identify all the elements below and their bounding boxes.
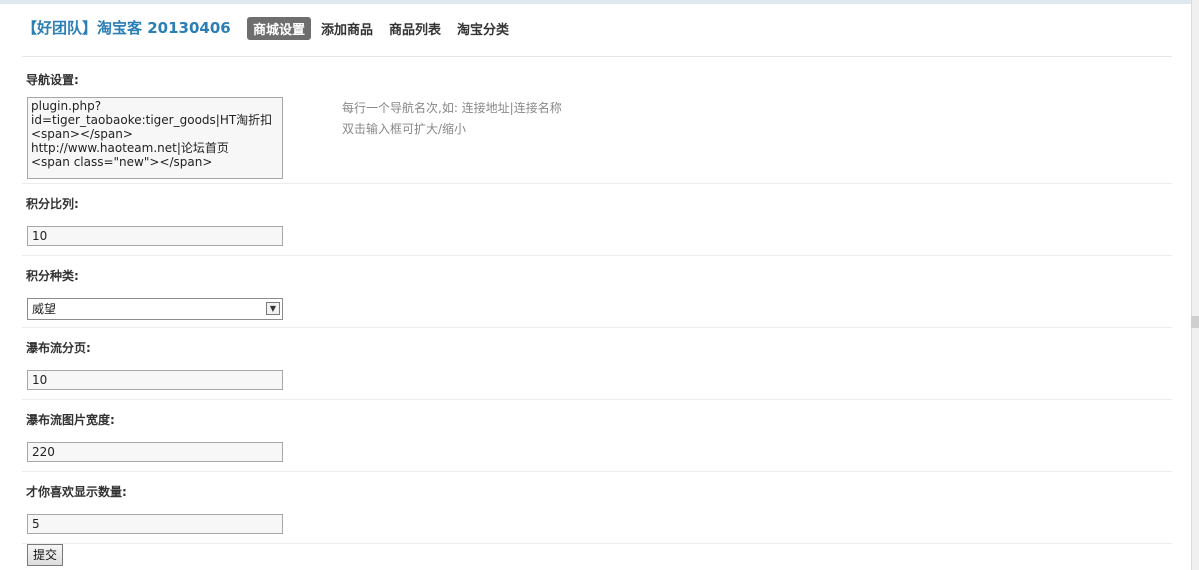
waterfall-width-row: 瀑布流图片宽度: 220	[22, 400, 1172, 472]
waterfall-width-label: 瀑布流图片宽度:	[26, 413, 115, 427]
app-title: 【好团队】淘宝客 20130406	[22, 19, 231, 37]
points-ratio-label: 积分比列:	[26, 197, 79, 211]
nav-settings-line: id=tiger_taobaoke:tiger_goods|HT淘折扣<span…	[31, 113, 273, 141]
points-ratio-input[interactable]: 10	[27, 226, 283, 246]
waterfall-page-label: 瀑布流分页:	[26, 341, 91, 355]
hint-line: 双击输入框可扩大/缩小	[342, 122, 467, 136]
scrollbar-thumb[interactable]	[1191, 316, 1199, 328]
tab-taobao-category[interactable]: 淘宝分类	[451, 17, 515, 40]
nav-settings-line: <span class="new"></span>	[31, 155, 213, 169]
recommend-count-row: 才你喜欢显示数量: 5	[22, 472, 1172, 544]
points-type-select[interactable]: 威望 ▼	[27, 298, 283, 320]
nav-settings-hint: 每行一个导航名次,如: 连接地址|连接名称 双击输入框可扩大/缩小	[342, 98, 562, 140]
points-type-label: 积分种类:	[26, 269, 79, 283]
header: 【好团队】淘宝客 20130406 商城设置 添加商品 商品列表 淘宝分类	[22, 4, 1172, 57]
points-type-selected: 威望	[32, 302, 57, 316]
waterfall-page-row: 瀑布流分页: 10	[22, 328, 1172, 400]
hint-line: 每行一个导航名次,如: 连接地址|连接名称	[342, 101, 562, 115]
tab-add-goods[interactable]: 添加商品	[315, 17, 379, 40]
waterfall-width-input[interactable]: 220	[27, 442, 283, 462]
nav-settings-label: 导航设置:	[26, 73, 79, 87]
recommend-count-input[interactable]: 5	[27, 514, 283, 534]
nav-settings-line: http://www.haoteam.net|论坛首页	[31, 141, 229, 155]
chevron-down-icon[interactable]: ▼	[266, 302, 280, 315]
submit-button[interactable]: 提交	[27, 544, 63, 566]
waterfall-page-input[interactable]: 10	[27, 370, 283, 390]
points-ratio-row: 积分比列: 10	[22, 184, 1172, 256]
nav-settings-row: 导航设置: plugin.php? id=tiger_taobaoke:tige…	[22, 57, 1172, 184]
nav-tabs: 商城设置 添加商品 商品列表 淘宝分类	[247, 17, 519, 40]
scrollbar[interactable]	[1191, 0, 1199, 570]
main-content: 【好团队】淘宝客 20130406 商城设置 添加商品 商品列表 淘宝分类 导航…	[22, 4, 1172, 544]
recommend-count-label: 才你喜欢显示数量:	[26, 485, 127, 499]
tab-mall-settings[interactable]: 商城设置	[247, 17, 312, 40]
nav-settings-line: plugin.php?	[31, 99, 102, 113]
points-type-row: 积分种类: 威望 ▼	[22, 256, 1172, 328]
tab-goods-list[interactable]: 商品列表	[383, 17, 447, 40]
nav-settings-textarea[interactable]: plugin.php? id=tiger_taobaoke:tiger_good…	[27, 97, 283, 179]
